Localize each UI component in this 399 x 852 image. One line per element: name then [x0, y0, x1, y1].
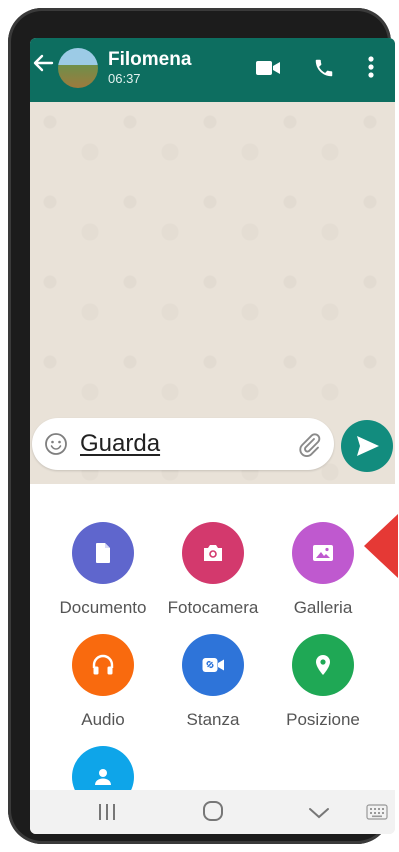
location-icon[interactable] — [292, 634, 354, 696]
contact-name: Filomena — [108, 49, 192, 70]
screen: Filomena 06:37 Guarda Documento Fotocame… — [30, 38, 395, 834]
rooms-icon[interactable] — [182, 634, 244, 696]
more-vert-icon[interactable] — [368, 56, 374, 83]
contact-info[interactable]: Filomena 06:37 — [108, 50, 191, 87]
system-nav-bar — [30, 790, 395, 834]
message-composer[interactable]: Guarda — [32, 418, 334, 470]
attach-option-audio[interactable]: Audio — [44, 634, 162, 730]
attachment-sheet: Documento Fotocamera Galleria Audio Stan… — [30, 484, 395, 808]
camera-icon[interactable] — [182, 522, 244, 584]
attach-label: Galleria — [293, 598, 353, 617]
send-icon — [357, 436, 379, 456]
attach-label: Stanza — [186, 710, 240, 729]
gallery-icon[interactable] — [292, 522, 354, 584]
nav-back-icon[interactable] — [308, 806, 330, 824]
send-button[interactable] — [341, 420, 393, 472]
attach-label: Documento — [59, 598, 147, 617]
avatar[interactable] — [58, 48, 98, 88]
home-icon[interactable] — [202, 800, 224, 827]
video-call-icon[interactable] — [256, 60, 280, 81]
attach-label: Audio — [81, 710, 125, 729]
attach-option-posizione[interactable]: Posizione — [264, 634, 382, 730]
attach-label: Posizione — [286, 710, 360, 729]
chat-header: Filomena 06:37 — [30, 38, 395, 102]
phone-call-icon[interactable] — [313, 57, 335, 84]
phone-frame: Filomena 06:37 Guarda Documento Fotocame… — [8, 8, 398, 844]
contact-status: 06:37 — [108, 71, 141, 86]
headphones-icon[interactable] — [72, 634, 134, 696]
arrow-left-icon[interactable] — [32, 52, 54, 79]
message-input[interactable]: Guarda — [80, 430, 160, 458]
attach-option-documento[interactable]: Documento — [44, 522, 162, 618]
attach-label: Fotocamera — [167, 598, 259, 617]
emoji-icon[interactable] — [44, 432, 68, 461]
attach-option-stanza[interactable]: Stanza — [154, 634, 272, 730]
attach-option-fotocamera[interactable]: Fotocamera — [154, 522, 272, 618]
document-icon[interactable] — [72, 522, 134, 584]
recents-icon[interactable] — [98, 802, 116, 827]
paperclip-icon[interactable] — [296, 432, 322, 463]
red-pointer-arrow — [364, 514, 398, 578]
keyboard-icon[interactable] — [366, 804, 388, 825]
